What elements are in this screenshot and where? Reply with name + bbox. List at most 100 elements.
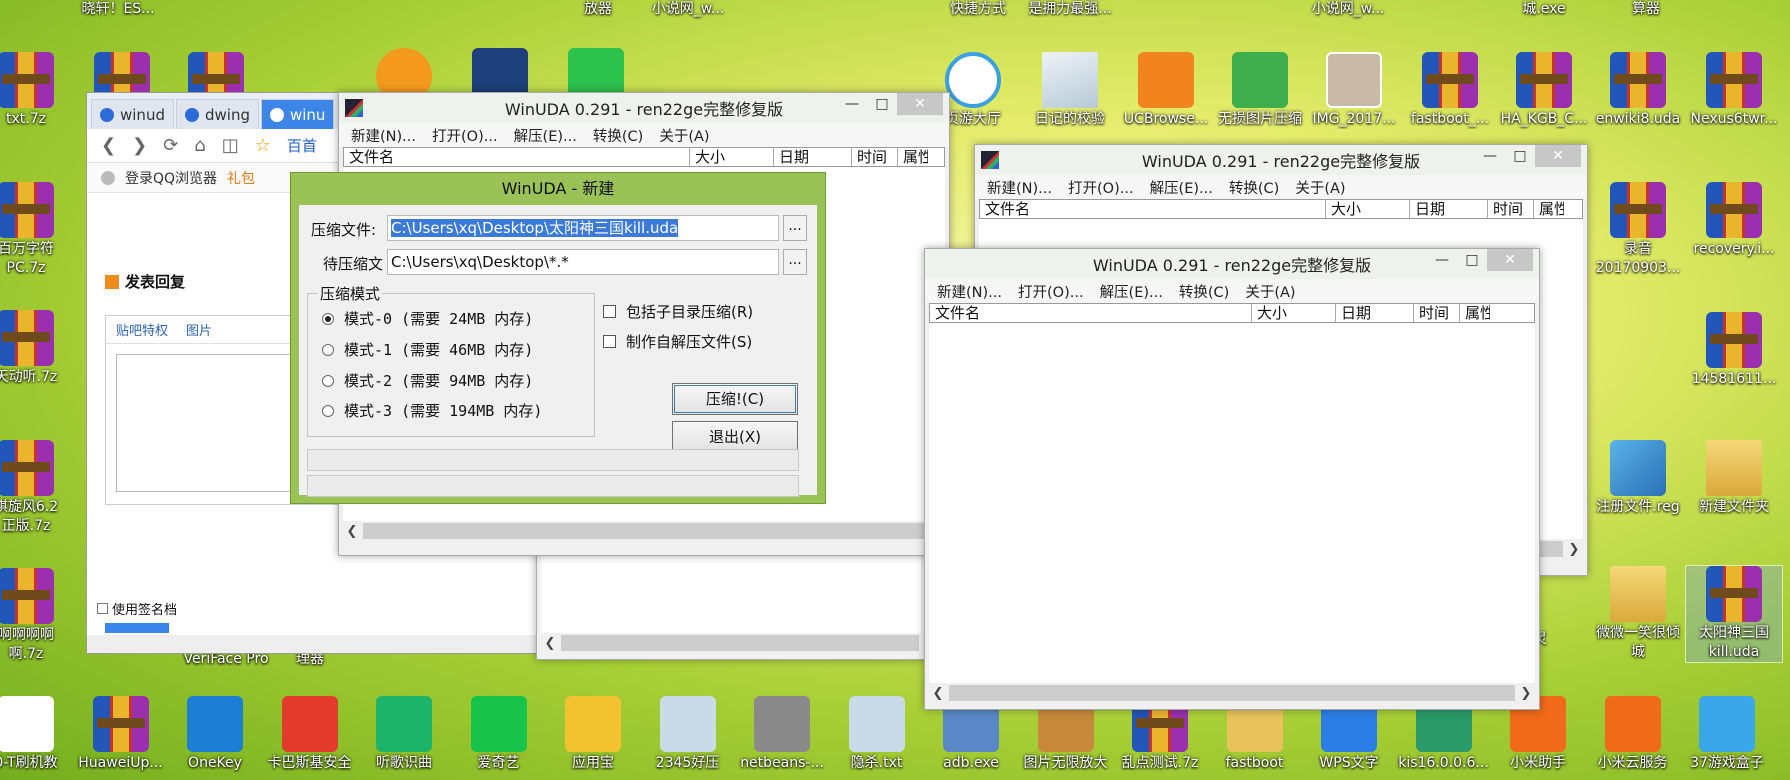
maximize-icon[interactable]: □ <box>1505 145 1535 167</box>
column-date[interactable]: 日期 <box>1410 200 1488 218</box>
column-attr[interactable]: 属性 <box>1534 200 1564 218</box>
menu-convert[interactable]: 转换(C) <box>1221 177 1287 198</box>
radio-selected[interactable] <box>322 312 334 325</box>
desktop-icon-7z[interactable]: 百万字符 PC.7z <box>0 182 74 278</box>
column-size[interactable]: 大小 <box>1326 200 1410 218</box>
column-filename[interactable]: 文件名 <box>930 304 1252 322</box>
menu-new[interactable]: 新建(N)... <box>929 281 1010 302</box>
mode-2-radio[interactable]: 模式-2 (需要 94MB 内存) <box>322 370 533 391</box>
desktop-icon-img-compress[interactable]: 无损图片压缩 <box>1212 52 1308 129</box>
desktop-icon-bottom[interactable]: 0-T刷机教 <box>0 696 74 773</box>
menu-about[interactable]: 关于(A) <box>1287 177 1353 198</box>
desktop-icon-bottom[interactable]: 小米云服务 <box>1585 696 1681 773</box>
column-filename[interactable]: 文件名 <box>344 148 690 166</box>
menu-convert[interactable]: 转换(C) <box>585 125 651 146</box>
scroll-thumb[interactable] <box>363 523 925 539</box>
archive-path-input[interactable]: C:\Users\xq\Desktop\太阳神三国kill.uda <box>387 215 779 241</box>
column-date[interactable]: 日期 <box>774 148 852 166</box>
desktop-icon-folder[interactable]: 微微一笑很倾 城 <box>1590 566 1686 662</box>
source-path-input[interactable]: C:\Users\xq\Desktop\*.* <box>387 249 779 275</box>
desktop-icon-label[interactable]: 是拥力最强... <box>1022 0 1118 24</box>
desktop-icon-new-folder[interactable]: 新建文件夹 <box>1686 440 1782 517</box>
desktop-icon-label[interactable]: 城.exe <box>1496 0 1592 24</box>
desktop-icon-7z[interactable]: 天动听.7z <box>0 310 74 387</box>
close-icon[interactable]: ✕ <box>1535 145 1581 167</box>
desktop-icon-label[interactable]: 晓轩！ES... <box>70 0 166 24</box>
desktop-icon-nexus6[interactable]: Nexus6twr... <box>1686 52 1782 129</box>
desktop-icon-bottom[interactable]: netbeans-... <box>734 696 830 773</box>
desktop-icon-7z[interactable]: 啊啊啊啊 啊.7z <box>0 568 74 664</box>
desktop-icon-reg[interactable]: 注册文件.reg <box>1590 440 1686 517</box>
checkbox[interactable] <box>603 335 616 348</box>
back-arrow-icon[interactable]: ❮ <box>101 135 116 156</box>
gift-link[interactable]: 礼包 <box>227 168 255 188</box>
desktop-icon-photo[interactable]: IMG_2017... <box>1306 52 1402 129</box>
column-time[interactable]: 时间 <box>1414 304 1460 322</box>
column-size[interactable]: 大小 <box>690 148 774 166</box>
desktop-icon-bottom[interactable]: HuaweiUp... <box>73 696 169 773</box>
signature-option[interactable]: 使用签名档 <box>97 599 177 618</box>
checkbox[interactable] <box>97 603 108 614</box>
desktop-icon-label[interactable]: 快捷方式 <box>930 0 1026 24</box>
desktop-icon-bottom[interactable]: OneKey <box>167 696 263 773</box>
menu-extract[interactable]: 解压(E)... <box>1142 177 1221 198</box>
menu-open[interactable]: 打开(O)... <box>1010 281 1092 302</box>
home-icon[interactable]: ⌂ <box>194 135 205 156</box>
desktop-icon-label[interactable]: 小说网_w... <box>640 0 736 24</box>
mode-1-radio[interactable]: 模式-1 (需要 46MB 内存) <box>322 339 533 360</box>
minimize-icon[interactable]: — <box>1475 145 1505 167</box>
browser-tab[interactable]: dwing <box>175 99 259 129</box>
column-size[interactable]: 大小 <box>1252 304 1336 322</box>
desktop-icon-label[interactable]: 小说网_w... <box>1300 0 1396 24</box>
desktop-icon-ha-kgb[interactable]: HA_KGB_C... <box>1496 52 1592 129</box>
desktop-icon-txt7z[interactable]: txt.7z <box>0 52 74 129</box>
bookmark-text[interactable]: 百首 <box>287 135 317 156</box>
scroll-right-icon[interactable]: ❯ <box>1517 686 1535 701</box>
desktop-icon-diary[interactable]: 日记的校验 <box>1022 52 1118 129</box>
reader-icon[interactable]: ◫ <box>222 135 239 156</box>
menu-new[interactable]: 新建(N)... <box>343 125 424 146</box>
forward-arrow-icon[interactable]: ❯ <box>132 135 147 156</box>
maximize-icon[interactable]: □ <box>1457 249 1487 271</box>
desktop-icon-label[interactable]: 放器 <box>550 0 646 24</box>
desktop-icon-bottom[interactable]: 听歌识曲 <box>356 696 452 773</box>
radio[interactable] <box>322 343 334 356</box>
desktop-icon-recovery[interactable]: recovery.i... <box>1686 182 1782 259</box>
desktop-icon-bottom[interactable]: 2345好压 <box>640 696 736 773</box>
minimize-icon[interactable]: — <box>837 93 867 115</box>
desktop-icon-bottom[interactable]: 卡巴斯基安全 <box>262 696 358 773</box>
login-link[interactable]: 登录QQ浏览器 <box>125 168 217 188</box>
maximize-icon[interactable]: □ <box>867 93 897 115</box>
new-archive-dialog[interactable]: WinUDA - 新建 压缩文件: C:\Users\xq\Desktop\太阳… <box>290 172 826 504</box>
desktop-icon-bottom[interactable]: 隐杀.txt <box>829 696 925 773</box>
menu-extract[interactable]: 解压(E)... <box>1092 281 1171 302</box>
menu-open[interactable]: 打开(O)... <box>1060 177 1142 198</box>
scroll-left-icon[interactable]: ❮ <box>929 686 947 701</box>
browse-archive-button[interactable]: ... <box>783 215 807 241</box>
browser-tab[interactable]: winud <box>91 99 174 129</box>
menu-new[interactable]: 新建(N)... <box>979 177 1060 198</box>
desktop-icon-ucbrowser[interactable]: UCBrowse... <box>1118 52 1214 129</box>
horizontal-scrollbar[interactable]: ❮ ❯ <box>929 683 1535 703</box>
desktop-icon-selected-uda[interactable]: 太阳神三国 kill.uda <box>1685 565 1783 663</box>
self-extract-checkbox[interactable]: 制作自解压文件(S) <box>603 331 752 352</box>
radio[interactable] <box>322 404 334 417</box>
winuda-window-right-lower[interactable]: WinUDA 0.291 - ren22ge完整修复版 — □ ✕ 新建(N).… <box>924 248 1540 710</box>
menu-open[interactable]: 打开(O)... <box>424 125 506 146</box>
minimize-icon[interactable]: — <box>1427 249 1457 271</box>
browser-tab-active[interactable]: winu <box>260 99 335 129</box>
column-filename[interactable]: 文件名 <box>980 200 1326 218</box>
scroll-thumb[interactable] <box>949 685 1515 701</box>
browse-source-button[interactable]: ... <box>783 249 807 275</box>
close-icon[interactable]: ✕ <box>1487 249 1533 271</box>
desktop-icon-bottom[interactable]: 37游戏盒子 <box>1679 696 1775 773</box>
column-attr[interactable]: 属性 <box>898 148 928 166</box>
desktop-icon-fastboot[interactable]: fastboot_... <box>1402 52 1498 129</box>
mode-3-radio[interactable]: 模式-3 (需要 194MB 内存) <box>322 400 542 421</box>
star-icon[interactable]: ☆ <box>255 135 271 156</box>
radio[interactable] <box>322 374 334 387</box>
file-list[interactable] <box>929 323 1535 683</box>
desktop-icon-14581611[interactable]: 14581611... <box>1686 312 1782 389</box>
scroll-thumb[interactable] <box>561 635 919 651</box>
desktop-icon-bottom[interactable]: 爱奇艺 <box>451 696 547 773</box>
